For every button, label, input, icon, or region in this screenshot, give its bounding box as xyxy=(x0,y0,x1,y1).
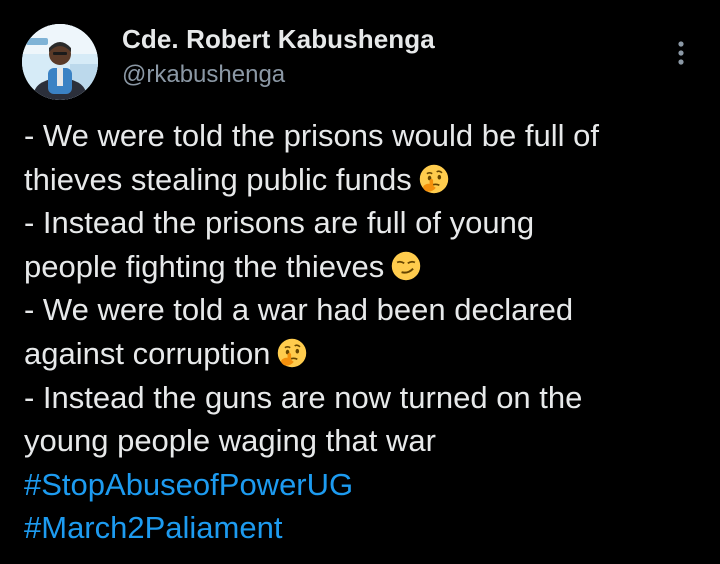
post-line: against corruption xyxy=(24,332,704,376)
author-handle[interactable]: @rkabushenga xyxy=(122,61,285,89)
thinking-face-emoji-icon xyxy=(419,164,448,193)
smirking-face-emoji-icon xyxy=(391,251,421,281)
hashtag-line: #March2Paliament xyxy=(24,506,704,550)
post-line: - Instead the prisons are full of young xyxy=(24,205,535,241)
more-options-button[interactable] xyxy=(668,36,694,70)
post-line: - Instead the guns are now turned on the xyxy=(24,379,583,415)
post-line: - We were told a war had been declared xyxy=(24,292,574,328)
thinking-face-emoji-icon xyxy=(278,338,307,368)
hashtag-line: #StopAbuseofPowerUG xyxy=(24,463,704,507)
tweet-card: Cde. Robert Kabushenga @rkabushenga - We… xyxy=(0,0,720,564)
post-line: thieves stealing public funds xyxy=(24,158,704,202)
avatar-photo-icon xyxy=(22,24,98,100)
post-line: - We were told the prisons would be full… xyxy=(24,118,599,153)
post-line: young people waging that war xyxy=(24,423,436,459)
avatar[interactable] xyxy=(22,24,98,100)
hashtag-link[interactable]: #StopAbuseofPowerUG xyxy=(24,467,353,502)
more-vertical-icon xyxy=(678,41,684,65)
post-line: people fighting the thieves xyxy=(24,245,704,289)
author-display-name[interactable]: Cde. Robert Kabushenga xyxy=(122,24,435,55)
hashtag-link[interactable]: #March2Paliament xyxy=(24,510,282,545)
post-body: - We were told the prisons would be full… xyxy=(24,114,704,550)
